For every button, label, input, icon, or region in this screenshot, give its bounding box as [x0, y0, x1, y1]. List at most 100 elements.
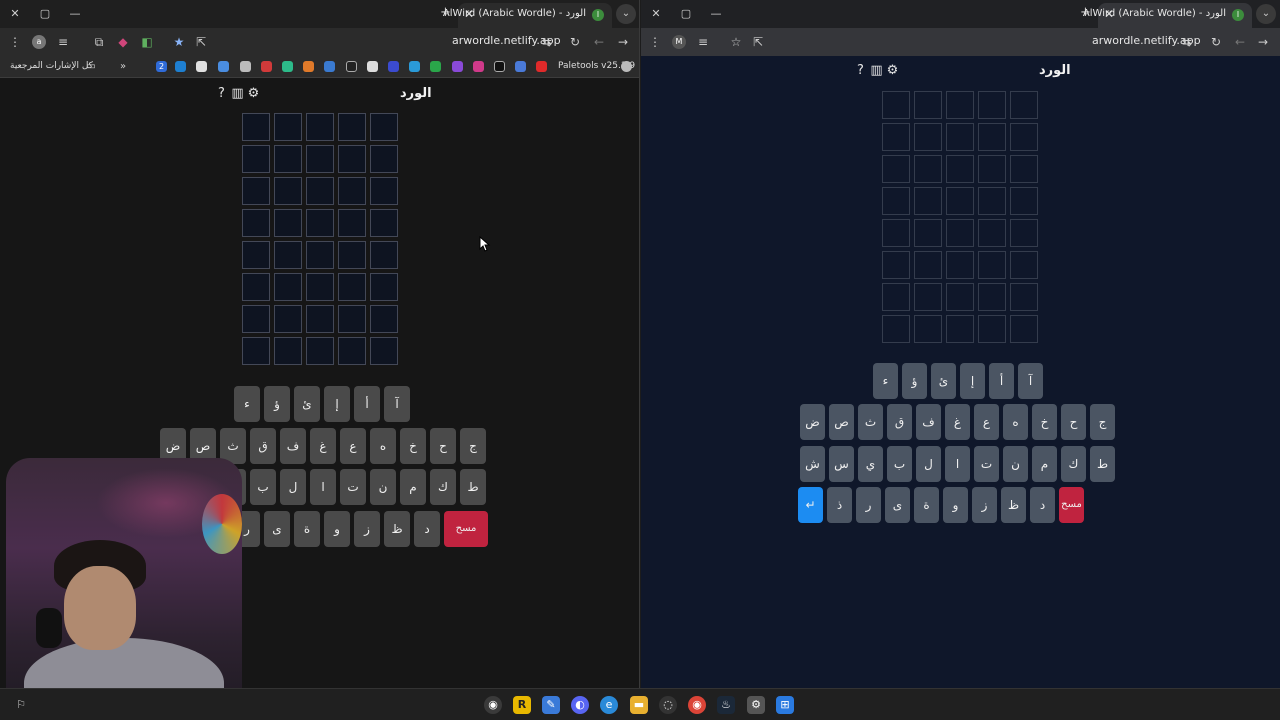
obs-taskbar-icon[interactable]: ◌ — [659, 696, 677, 714]
keyboard-key[interactable]: ء — [873, 363, 898, 399]
bookmark-leaf-icon[interactable] — [346, 61, 357, 72]
keyboard-key[interactable]: ش — [800, 446, 825, 482]
keyboard-key[interactable]: ت — [340, 469, 366, 505]
site-settings-icon[interactable]: ⇆ — [1178, 33, 1196, 51]
reload-icon[interactable]: ↻ — [566, 33, 584, 51]
more-bookmarks-icon[interactable]: » — [114, 58, 132, 76]
keyboard-key[interactable]: ى — [264, 511, 290, 547]
help-icon[interactable]: ? — [853, 63, 869, 78]
extensions-icon[interactable]: ⧉ — [90, 33, 108, 51]
settings-icon[interactable]: ⚙ — [246, 86, 262, 101]
keyboard-key[interactable]: ف — [280, 428, 306, 464]
keyboard-key[interactable]: ة — [914, 487, 939, 523]
keyboard-key[interactable]: ض — [800, 404, 825, 440]
keyboard-key[interactable]: م — [1032, 446, 1057, 482]
settings-taskbar-icon[interactable]: ⚙ — [747, 696, 765, 714]
keyboard-key[interactable]: و — [324, 511, 350, 547]
menu-kebab-icon[interactable]: ⋮ — [6, 33, 24, 51]
enter-key[interactable]: ↵ — [798, 487, 823, 523]
keyboard-key[interactable]: ط — [460, 469, 486, 505]
keyboard-key[interactable]: إ — [324, 386, 350, 422]
close-window-icon[interactable]: ✕ — [6, 5, 24, 23]
keyboard-key[interactable]: ب — [250, 469, 276, 505]
close-window-icon[interactable]: ✕ — [647, 5, 665, 23]
stats-icon[interactable]: ▥ — [230, 86, 246, 101]
delete-key[interactable]: مسح — [444, 511, 488, 547]
install-app-icon[interactable]: ⇱ — [749, 33, 767, 51]
keyboard-key[interactable]: ر — [856, 487, 881, 523]
profile-avatar[interactable]: a — [32, 35, 46, 49]
keyboard-key[interactable]: ئ — [294, 386, 320, 422]
keyboard-key[interactable]: آ — [384, 386, 410, 422]
keyboard-key[interactable]: ن — [1003, 446, 1028, 482]
profile-avatar[interactable]: M — [672, 35, 686, 49]
keyboard-key[interactable]: ن — [370, 469, 396, 505]
bookmark-blue-icon[interactable] — [324, 61, 335, 72]
bookmark-discord-icon[interactable] — [367, 61, 378, 72]
bookmark-instagram-icon[interactable] — [473, 61, 484, 72]
keyboard-key[interactable]: خ — [1032, 404, 1057, 440]
help-icon[interactable]: ? — [214, 86, 230, 101]
keyboard-key[interactable]: ظ — [384, 511, 410, 547]
keyboard-key[interactable]: ق — [250, 428, 276, 464]
keyboard-key[interactable]: ل — [916, 446, 941, 482]
keyboard-key[interactable]: ح — [1061, 404, 1086, 440]
keyboard-key[interactable]: م — [400, 469, 426, 505]
back-icon[interactable]: → — [614, 33, 632, 51]
bookmark-red-icon[interactable] — [261, 61, 272, 72]
bookmark-k-icon[interactable] — [430, 61, 441, 72]
bookmark-x-icon[interactable] — [494, 61, 505, 72]
bookmark-star-icon[interactable]: ☆ — [727, 33, 745, 51]
keyboard-key[interactable]: ث — [858, 404, 883, 440]
forward-icon[interactable]: ← — [1231, 33, 1249, 51]
edge-taskbar-icon[interactable]: e — [600, 696, 618, 714]
delete-key[interactable]: مسح — [1059, 487, 1084, 523]
keyboard-key[interactable]: ق — [887, 404, 912, 440]
bookmark-globe-icon[interactable] — [175, 61, 186, 72]
bookmark-star-icon[interactable]: ★ — [170, 33, 188, 51]
bookmark-green-icon[interactable] — [282, 61, 293, 72]
keyboard-key[interactable]: ع — [974, 404, 999, 440]
keyboard-key[interactable]: غ — [310, 428, 336, 464]
bookmark-cart-icon[interactable] — [409, 61, 420, 72]
tab-search-icon[interactable]: ⌄ — [616, 4, 636, 24]
keyboard-key[interactable]: ب — [887, 446, 912, 482]
maximize-icon[interactable]: ▢ — [36, 5, 54, 23]
bookmark-u-icon[interactable] — [388, 61, 399, 72]
keyboard-key[interactable]: خ — [400, 428, 426, 464]
keyboard-key[interactable]: إ — [960, 363, 985, 399]
keyboard-key[interactable]: ئ — [931, 363, 956, 399]
steam-taskbar-icon[interactable]: ♨ — [717, 696, 735, 714]
keyboard-key[interactable]: ز — [972, 487, 997, 523]
keyboard-key[interactable]: د — [414, 511, 440, 547]
stats-icon[interactable]: ▥ — [869, 63, 885, 78]
chrome-2-taskbar-icon[interactable]: ◉ — [688, 696, 706, 714]
keyboard-key[interactable]: ت — [974, 446, 999, 482]
keyboard-key[interactable]: ف — [916, 404, 941, 440]
bookmark-twitch-icon[interactable] — [452, 61, 463, 72]
install-app-icon[interactable]: ⇱ — [192, 33, 210, 51]
extension-shield-icon[interactable]: ◆ — [114, 33, 132, 51]
keyboard-key[interactable]: ي — [858, 446, 883, 482]
keyboard-key[interactable]: ط — [1090, 446, 1115, 482]
keyboard-key[interactable]: ك — [430, 469, 456, 505]
bookmark-circle-icon[interactable] — [196, 61, 207, 72]
maximize-icon[interactable]: ▢ — [677, 5, 695, 23]
paint-taskbar-icon[interactable]: ✎ — [542, 696, 560, 714]
keyboard-key[interactable]: ج — [1090, 404, 1115, 440]
back-icon[interactable]: → — [1254, 33, 1272, 51]
bookmark-youtube-icon[interactable] — [536, 61, 547, 72]
bookmark-world-icon[interactable] — [621, 61, 632, 72]
bookmark-2-icon[interactable]: 2 — [156, 61, 167, 72]
keyboard-key[interactable]: ل — [280, 469, 306, 505]
keyboard-key[interactable]: ه — [370, 428, 396, 464]
keyboard-key[interactable]: ز — [354, 511, 380, 547]
reading-list-icon[interactable]: ≡ — [694, 33, 712, 51]
tab-alwird[interactable]: ✕ AlWird (Arabic Wordle) - الورد ا — [443, 3, 612, 28]
keyboard-key[interactable]: ج — [460, 428, 486, 464]
bookmark-heart-icon[interactable] — [218, 61, 229, 72]
extension-badge-icon[interactable]: ◧ — [138, 33, 156, 51]
tab-search-icon[interactable]: ⌄ — [1256, 4, 1276, 24]
settings-icon[interactable]: ⚙ — [885, 63, 901, 78]
bookmark-mail-icon[interactable] — [240, 61, 251, 72]
